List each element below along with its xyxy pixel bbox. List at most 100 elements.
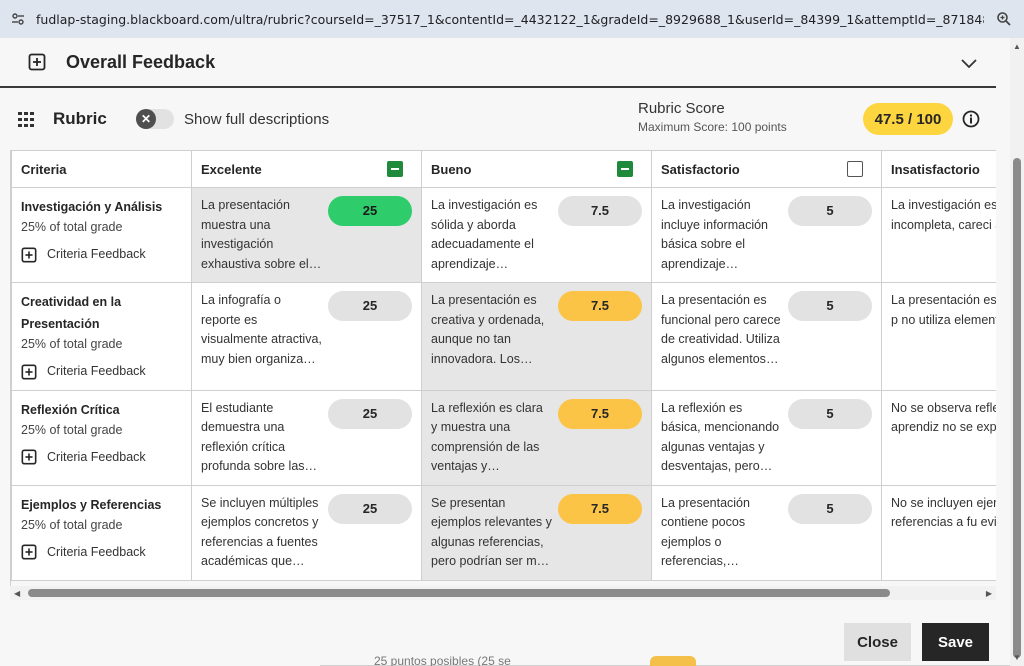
overall-feedback-header[interactable]: Overall Feedback	[0, 38, 996, 88]
level-cell[interactable]: 25 La presentación muestra una investigac…	[191, 187, 422, 283]
score-pill[interactable]: 25	[328, 398, 412, 429]
close-icon: ✕	[136, 109, 156, 129]
level-cell[interactable]: 25 La infografía o reporte es visualmente…	[191, 282, 422, 391]
close-button[interactable]: Close	[844, 623, 911, 661]
level-cell[interactable]: 5 La presentación contiene pocos ejemplos…	[651, 484, 882, 581]
info-icon[interactable]	[962, 110, 980, 128]
criteria-feedback-button[interactable]: Criteria Feedback	[21, 362, 182, 382]
score-pill[interactable]: 7.5	[558, 291, 642, 321]
level-cell[interactable]: 25 Se incluyen múltiples ejemplos concret…	[191, 484, 422, 581]
criteria-feedback-label: Criteria Feedback	[47, 544, 146, 559]
score-pill[interactable]: 5	[788, 398, 872, 429]
empty-checkbox-icon[interactable]	[847, 161, 863, 177]
criteria-feedback-button[interactable]: Criteria Feedback	[21, 448, 182, 468]
score-pill[interactable]: 7.5	[558, 398, 642, 429]
minus-checkbox-icon[interactable]	[617, 161, 633, 177]
table-header-row: Criteria Excelente Bueno Satisfactorio I…	[11, 150, 996, 188]
horizontal-scroll-thumb[interactable]	[28, 589, 890, 597]
level-cell[interactable]: 7.5 La presentación es creativa y ordenad…	[421, 282, 652, 391]
level-description: La investigación incluye información bás…	[661, 198, 768, 271]
level-description: La investigación es superficial o está i…	[891, 198, 996, 232]
criteria-weight: 25% of total grade	[21, 517, 123, 532]
browser-address-bar[interactable]: fudlap-staging.blackboard.com/ultra/rubr…	[0, 0, 1024, 38]
rubric-panel: Overall Feedback Rubric ✕ Show full desc…	[0, 38, 1010, 666]
criteria-name: Creatividad en la Presentación	[21, 295, 122, 331]
zoom-icon[interactable]	[984, 11, 1024, 27]
plus-box-icon	[28, 53, 46, 71]
chevron-down-icon[interactable]	[958, 52, 980, 74]
url-text[interactable]: fudlap-staging.blackboard.com/ultra/rubr…	[36, 12, 984, 27]
score-pill[interactable]: 7.5	[558, 196, 642, 226]
level-cell[interactable]: La investigación es superficial o está i…	[881, 187, 996, 283]
rubric-table: Criteria Excelente Bueno Satisfactorio I…	[11, 150, 996, 581]
level-cell[interactable]: 25 El estudiante demuestra una reflexión …	[191, 389, 422, 486]
score-pill[interactable]: 25	[328, 196, 412, 226]
level-description: No se incluyen ejemplos concreto ni refe…	[891, 495, 996, 530]
site-settings-icon[interactable]	[0, 11, 36, 27]
scroll-left-arrow-icon[interactable]: ◀	[14, 589, 20, 598]
level-description: Se incluyen múltiples ejemplos concretos…	[201, 495, 319, 569]
criteria-feedback-label: Criteria Feedback	[47, 364, 146, 378]
level-cell[interactable]: La presentación es confusa, desorganizad…	[881, 282, 996, 391]
table-row: Investigación y Análisis 25% of total gra…	[11, 187, 996, 283]
score-pill[interactable]: 5	[788, 291, 872, 321]
rubric-toolbar: Rubric ✕ Show full descriptions Rubric S…	[0, 90, 996, 148]
rubric-score-badge: 47.5 / 100	[863, 103, 953, 135]
vertical-scroll-thumb[interactable]	[1013, 158, 1021, 658]
criteria-name: Reflexión Crítica	[21, 402, 120, 417]
column-header-criteria: Criteria	[11, 150, 192, 188]
column-header-insatisfactorio: Insatisfactorio	[881, 150, 996, 188]
horizontal-scrollbar[interactable]: ◀ ▶	[10, 586, 996, 600]
rubric-grid-icon	[18, 112, 34, 127]
level-description: La presentación es confusa, desorganizad…	[891, 293, 996, 327]
save-button[interactable]: Save	[922, 623, 989, 661]
level-description: La presentación contiene pocos ejemplos …	[661, 495, 750, 569]
column-header-bueno: Bueno	[421, 150, 652, 188]
level-description: El estudiante demuestra una reflexión cr…	[201, 400, 305, 474]
table-row: Reflexión Crítica 25% of total grade Crite…	[11, 389, 996, 486]
scroll-down-arrow-icon[interactable]: ▼	[1013, 653, 1021, 662]
show-descriptions-toggle[interactable]: ✕	[136, 109, 174, 129]
level-cell[interactable]: 7.5 La investigación es sólida y aborda a…	[421, 187, 652, 283]
scroll-right-arrow-icon[interactable]: ▶	[986, 589, 992, 598]
criteria-feedback-button[interactable]: Criteria Feedback	[21, 543, 182, 563]
criteria-name: Investigación y Análisis	[21, 200, 163, 214]
score-pill[interactable]: 5	[788, 493, 872, 524]
criteria-feedback-label: Criteria Feedback	[47, 247, 146, 261]
plus-box-icon	[21, 364, 37, 380]
level-cell[interactable]: No se incluyen ejemplos concreto ni refe…	[881, 484, 996, 581]
table-row: Creatividad en la Presentación 25% of tot…	[11, 282, 996, 391]
vertical-scrollbar[interactable]: ▲ ▼	[1010, 38, 1024, 666]
score-pill[interactable]: 25	[328, 291, 412, 321]
level-description: La investigación es sólida y aborda adec…	[431, 198, 538, 271]
level-cell[interactable]: 5 La investigación incluye información bá…	[651, 187, 882, 283]
criteria-feedback-button[interactable]: Criteria Feedback	[21, 245, 182, 265]
criteria-cell: Investigación y Análisis 25% of total gra…	[11, 187, 192, 283]
criteria-feedback-label: Criteria Feedback	[47, 449, 146, 464]
score-pill[interactable]: 25	[328, 493, 412, 524]
criteria-weight: 25% of total grade	[21, 422, 123, 437]
plus-box-icon	[21, 247, 37, 263]
minus-checkbox-icon[interactable]	[387, 161, 403, 177]
level-description: La infografía o reporte es visualmente a…	[201, 293, 322, 366]
level-cell[interactable]: 7.5 La reflexión es clara y muestra una c…	[421, 389, 652, 486]
scroll-up-arrow-icon[interactable]: ▲	[1013, 42, 1021, 51]
level-cell[interactable]: 5 La reflexión es básica, mencionando alg…	[651, 389, 882, 486]
level-cell[interactable]: 7.5 Se presentan ejemplos relevantes y al…	[421, 484, 652, 581]
table-row: Ejemplos y Referencias 25% of total grade…	[11, 484, 996, 581]
background-score-pill	[650, 656, 696, 666]
level-cell[interactable]: 5 La presentación es funcional pero carec…	[651, 282, 882, 391]
rubric-score-title: Rubric Score	[638, 100, 725, 117]
toggle-label: Show full descriptions	[184, 111, 330, 128]
score-pill[interactable]: 7.5	[558, 493, 642, 524]
level-description: La presentación muestra una investigació…	[201, 198, 309, 271]
rubric-title: Rubric	[53, 109, 107, 128]
score-pill[interactable]: 5	[788, 196, 872, 226]
criteria-cell: Ejemplos y Referencias 25% of total grade…	[11, 484, 192, 581]
criteria-cell: Reflexión Crítica 25% of total grade Crite…	[11, 389, 192, 486]
overall-feedback-title: Overall Feedback	[66, 51, 216, 72]
background-points-text: 25 puntos posibles (25 se	[374, 654, 511, 666]
level-cell[interactable]: No se observa reflexión crítica sobre el…	[881, 389, 996, 486]
column-header-satisfactorio: Satisfactorio	[651, 150, 882, 188]
criteria-weight: 25% of total grade	[21, 337, 123, 351]
